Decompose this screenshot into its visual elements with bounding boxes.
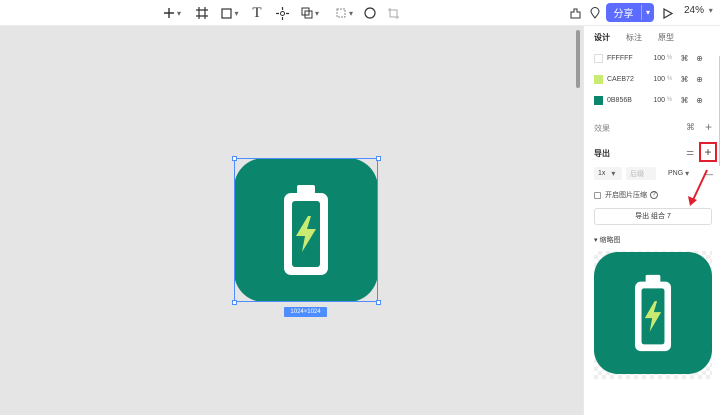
annotation-arrow bbox=[688, 169, 708, 206]
